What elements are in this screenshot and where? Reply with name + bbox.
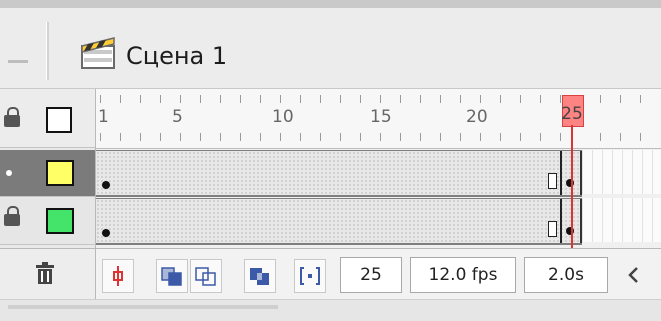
empty-frames[interactable] [582, 198, 661, 242]
scroll-track[interactable] [8, 305, 278, 309]
outline-toggle-icon[interactable] [46, 107, 72, 133]
ruler-label-15: 15 [370, 107, 392, 127]
scene-title[interactable]: Сцена 1 [126, 42, 227, 70]
onion-outlines-button[interactable] [190, 259, 222, 293]
ruler-label-1: 1 [98, 107, 109, 127]
center-frame-icon [113, 266, 123, 286]
scene-bar: Сцена 1 [0, 8, 661, 89]
bottom-edge [0, 299, 661, 321]
elapsed-time-field[interactable]: 2.0s [524, 257, 608, 293]
layer-row-2[interactable] [0, 198, 95, 245]
center-frame-button[interactable] [102, 259, 134, 293]
timeline-toolbar: 25 12.0 fps 2.0s [96, 248, 661, 299]
frame-divider [560, 151, 562, 195]
trash-icon[interactable] [34, 260, 56, 286]
layer-header [0, 89, 95, 148]
frame-row-1[interactable] [96, 150, 661, 197]
bracket-marker-icon [300, 267, 320, 285]
top-edge [0, 0, 661, 8]
current-frame-field[interactable]: 25 [340, 257, 402, 293]
layer-color-swatch[interactable] [46, 208, 74, 234]
empty-frames[interactable] [582, 150, 661, 194]
ruler-label-20: 20 [466, 107, 488, 127]
frame-span[interactable] [96, 198, 582, 245]
playhead-line [571, 125, 573, 260]
end-frame-marker[interactable] [548, 221, 557, 237]
chevron-left-icon[interactable] [624, 263, 644, 287]
frame-row-2[interactable] [96, 198, 661, 245]
onion-skin-icon [161, 267, 182, 286]
ruler-label-5: 5 [172, 107, 183, 127]
frame-divider [560, 199, 562, 243]
keyframe-dot[interactable] [102, 229, 110, 237]
onion-outlines-icon [195, 267, 216, 286]
lock-icon[interactable] [4, 206, 22, 228]
edit-multiple-frames-icon [250, 268, 269, 285]
onion-skin-button[interactable] [156, 259, 188, 293]
frame-rate-field[interactable]: 12.0 fps [410, 257, 516, 293]
lock-icon[interactable] [4, 107, 22, 129]
modify-markers-button[interactable] [294, 259, 326, 293]
keyframe-dot[interactable] [102, 181, 110, 189]
separator [46, 22, 49, 80]
layer-color-swatch[interactable] [46, 160, 74, 186]
back-handle[interactable] [8, 60, 28, 63]
active-layer-dot-icon [6, 170, 12, 176]
frame-span[interactable] [96, 150, 582, 197]
clapperboard-icon[interactable] [80, 28, 116, 72]
playhead-frame-label: 25 [561, 104, 583, 124]
edit-multiple-frames-button[interactable] [244, 259, 276, 293]
layer-row-1[interactable] [0, 150, 95, 197]
ruler-label-10: 10 [272, 107, 294, 127]
end-frame-marker[interactable] [548, 173, 557, 189]
